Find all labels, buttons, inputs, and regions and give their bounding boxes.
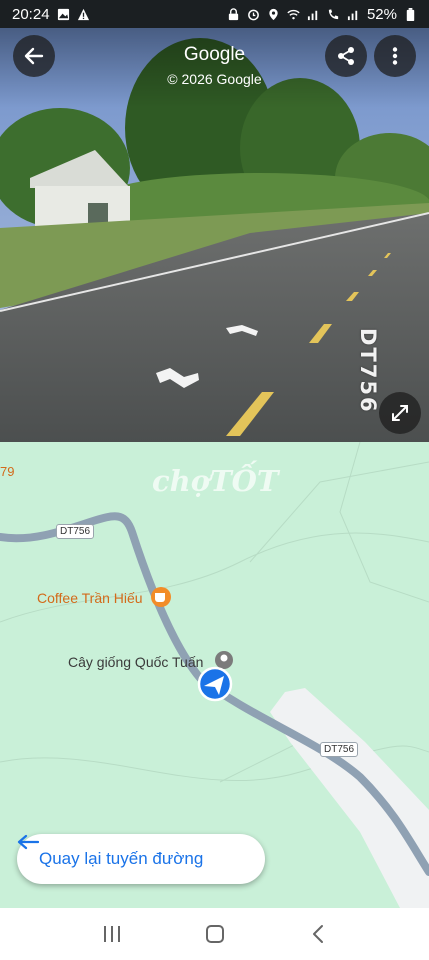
call-signal-icon bbox=[328, 8, 339, 19]
share-icon bbox=[338, 47, 354, 65]
status-time: 20:24 bbox=[12, 5, 50, 23]
more-options-button[interactable] bbox=[374, 35, 416, 77]
battery-icon bbox=[406, 7, 415, 21]
share-button[interactable] bbox=[325, 35, 367, 77]
home-button[interactable] bbox=[195, 914, 235, 954]
expand-icon bbox=[392, 405, 408, 421]
gallery-icon bbox=[57, 8, 69, 20]
recents-icon bbox=[103, 926, 120, 942]
back-to-route-button[interactable]: Quay lại tuyến đường bbox=[17, 834, 265, 884]
lock-icon bbox=[228, 7, 239, 20]
road-shield: DT756 bbox=[56, 524, 95, 539]
status-bar: 20:24 52% bbox=[0, 0, 429, 28]
road-marking-text: DT756 bbox=[356, 328, 380, 414]
expand-button[interactable] bbox=[379, 392, 421, 434]
nav-back-icon bbox=[312, 925, 323, 943]
road-shield: DT756 bbox=[320, 742, 359, 757]
alarm-icon bbox=[248, 9, 259, 20]
poi-nursery-label[interactable]: Cây giống Quốc Tuấn bbox=[68, 654, 203, 670]
battery-percent: 52% bbox=[366, 5, 397, 23]
recents-button[interactable] bbox=[92, 914, 132, 954]
map-panel[interactable]: 79 chợTỐT DT756 DT756 Coffee Trần Hiếu C… bbox=[0, 442, 429, 908]
watermark: chợTỐT bbox=[152, 464, 279, 498]
back-to-route-label: Quay lại tuyến đường bbox=[39, 849, 204, 868]
wifi-icon bbox=[287, 9, 300, 19]
back-arrow-icon bbox=[17, 834, 39, 850]
street-view-copyright: © 2026 Google bbox=[167, 71, 262, 87]
location-icon bbox=[269, 8, 278, 20]
system-back-button[interactable] bbox=[298, 914, 338, 954]
more-vert-icon bbox=[392, 47, 398, 65]
street-view-panel[interactable]: Google © 2026 Google DT756 bbox=[0, 28, 429, 442]
poi-coffee-label[interactable]: Coffee Trần Hiếu bbox=[37, 590, 143, 606]
home-icon bbox=[205, 925, 224, 943]
signal-2-icon bbox=[347, 10, 358, 20]
warning-icon bbox=[77, 8, 89, 20]
map-edge-label: 79 bbox=[0, 464, 15, 479]
signal-icon bbox=[307, 10, 318, 20]
street-view-header bbox=[0, 28, 429, 108]
system-nav-bar bbox=[0, 908, 429, 960]
